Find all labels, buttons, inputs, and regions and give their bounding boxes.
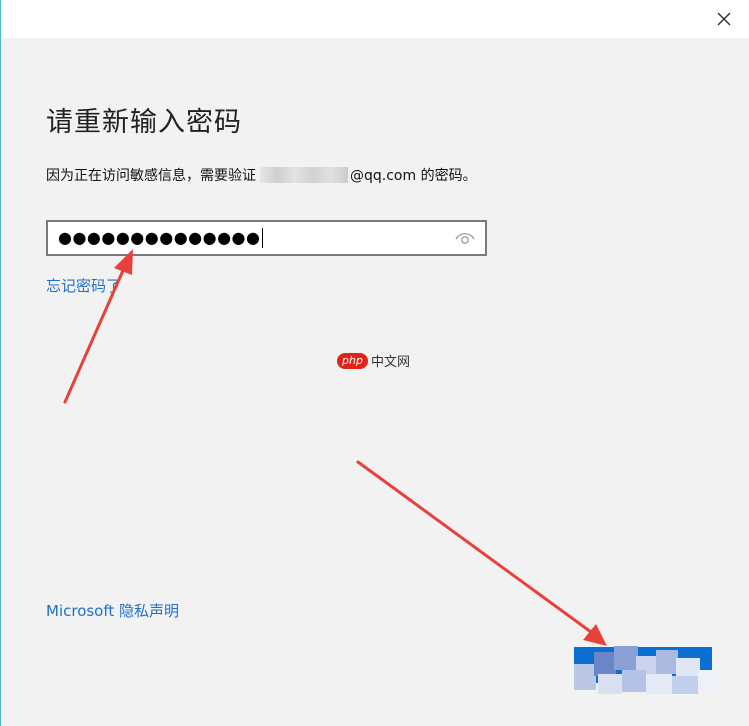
- watermark-text: 中文网: [370, 355, 410, 370]
- password-value: ●●●●●●●●●●●●●●: [58, 228, 261, 247]
- close-icon: [717, 12, 731, 26]
- description-text-before: 因为正在访问敏感信息，需要验证: [46, 168, 256, 184]
- confirm-button[interactable]: [574, 647, 712, 683]
- forgot-password-link[interactable]: 忘记密码了: [46, 275, 121, 296]
- confirm-button-label: [574, 647, 712, 683]
- watermark-badge: php: [337, 352, 368, 369]
- close-button[interactable]: [713, 8, 735, 30]
- privacy-statement-link[interactable]: Microsoft 隐私声明: [46, 600, 179, 621]
- eye-icon[interactable]: [455, 230, 475, 246]
- description-text-after: @qq.com 的密码。: [350, 168, 477, 184]
- redacted-account: [260, 167, 348, 183]
- page-title: 请重新输入密码: [46, 107, 242, 138]
- text-caret: [262, 228, 264, 248]
- watermark: php 中文网: [337, 351, 410, 370]
- password-dialog: 请重新输入密码 因为正在访问敏感信息，需要验证 @qq.com 的密码。 ●●●…: [0, 0, 749, 726]
- password-input[interactable]: ●●●●●●●●●●●●●●: [46, 220, 487, 256]
- title-bar: [1, 0, 749, 38]
- verification-description: 因为正在访问敏感信息，需要验证 @qq.com 的密码。: [46, 165, 477, 185]
- dialog-body: 请重新输入密码 因为正在访问敏感信息，需要验证 @qq.com 的密码。 ●●●…: [2, 38, 749, 726]
